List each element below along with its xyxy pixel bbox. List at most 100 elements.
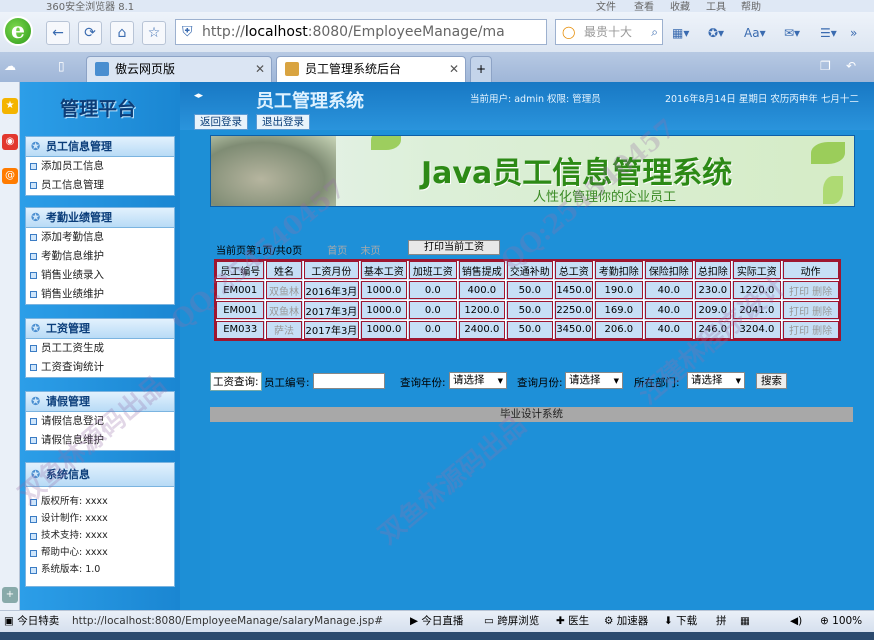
mail-icon[interactable]: @ (2, 168, 18, 184)
cell-insurance-deduct: 40.0 (643, 279, 695, 301)
favorites-star-icon[interactable]: ★ (2, 98, 18, 114)
emp-id-input[interactable] (313, 373, 385, 389)
bullet-icon (30, 253, 37, 260)
weibo-icon[interactable]: ◉ (2, 134, 18, 150)
volume-icon[interactable]: ◀) (790, 611, 802, 632)
delete-link[interactable]: 删除 (812, 307, 832, 318)
info-label: 版权所有: xxxx (41, 496, 108, 507)
delete-link[interactable]: 删除 (812, 326, 832, 337)
sidebar-item-attendance-maintain[interactable]: 考勤信息维护 (26, 247, 174, 266)
sidebar-item-label: 销售业绩录入 (41, 269, 104, 281)
sidebar-item-salary-query[interactable]: 工资查询统计 (26, 358, 174, 377)
bullet-icon (30, 364, 37, 371)
search-engine-icon: ◯ (562, 25, 576, 39)
home-icon[interactable]: ⌂ (110, 21, 134, 45)
back-login-button[interactable]: 返回登录 (194, 114, 248, 130)
restore-icon[interactable]: ❐ (820, 59, 831, 73)
print-link[interactable]: 打印 (789, 287, 809, 298)
sidebar-item-employee-manage[interactable]: 员工信息管理 (26, 176, 174, 195)
cloud-favicon-icon (95, 62, 109, 76)
menu-more-icon[interactable]: ☰▾ (820, 26, 837, 40)
search-placeholder: 最贵十大 (584, 25, 633, 39)
search-button[interactable]: 搜索 (756, 373, 787, 389)
delete-link[interactable]: 删除 (812, 287, 832, 298)
status-ime-icon[interactable]: 拼 (716, 611, 727, 632)
month-select[interactable]: 请选择 (565, 372, 623, 389)
col-header: 加班工资 (407, 259, 459, 281)
panel-leave: ✪ 请假管理 请假信息登记 请假信息维护 (25, 391, 175, 451)
apps-grid-icon[interactable]: ▦▾ (672, 26, 689, 40)
sidebar-item-add-attendance[interactable]: 添加考勤信息 (26, 228, 174, 247)
last-page-link[interactable]: 末页 (360, 246, 380, 257)
collapse-sidebar-icon[interactable]: ◂▸ (194, 91, 203, 101)
back-icon[interactable]: ← (46, 21, 70, 45)
cell-overtime: 0.0 (407, 299, 459, 321)
cell-base: 1000.0 (359, 299, 409, 321)
cell-total-deduct: 209.0 (693, 299, 733, 321)
os-taskbar (0, 632, 874, 640)
page-icon[interactable]: ▯ (58, 59, 65, 73)
url-input[interactable]: ⛨ http://localhost:8080/EmployeeManage/m… (175, 19, 547, 45)
print-link[interactable]: 打印 (789, 307, 809, 318)
col-header: 总扣除 (693, 259, 733, 281)
sidebar-item-add-employee[interactable]: 添加员工信息 (26, 157, 174, 176)
cell-commission: 400.0 (457, 279, 507, 301)
window-titlebar: 360安全浏览器 8.1 文件 查看 收藏 工具 帮助 (0, 0, 874, 13)
print-salary-button[interactable]: 打印当前工资 (408, 240, 500, 255)
tab-employee-admin[interactable]: 员工管理系统后台 ✕ (276, 56, 466, 82)
status-accelerator[interactable]: ⚙ 加速器 (604, 611, 648, 632)
dept-select[interactable]: 请选择 (687, 372, 745, 389)
leaf-decoration (371, 136, 401, 150)
tab-bar: 傲云网页版 ✕ 员工管理系统后台 ✕ + ☁ ▯ ❐ ↶ (0, 52, 874, 82)
tab-aoyun[interactable]: 傲云网页版 ✕ (86, 56, 272, 82)
cell-insurance-deduct: 40.0 (643, 319, 695, 341)
sidebar-item-label: 请假信息登记 (41, 415, 104, 427)
sidebar-item-sales-maintain[interactable]: 销售业绩维护 (26, 285, 174, 304)
sidebar-item-sales-entry[interactable]: 销售业绩录入 (26, 266, 174, 285)
sidebar-item-leave-register[interactable]: 请假信息登记 (26, 412, 174, 431)
extension-icon[interactable]: ✉▾ (784, 26, 800, 40)
first-page-link[interactable]: 首页 (327, 246, 347, 257)
bookmark-star-icon[interactable]: ☆ (142, 21, 166, 45)
cloud-icon[interactable]: ☁ (4, 59, 16, 73)
status-doctor[interactable]: ✚ 医生 (556, 611, 589, 632)
undo-close-icon[interactable]: ↶ (846, 59, 856, 73)
col-header: 基本工资 (359, 259, 409, 281)
col-header: 员工编号 (214, 259, 266, 281)
search-icon[interactable]: ⌕ (651, 20, 658, 44)
system-banner: Java员工信息管理系统 人性化管理你的企业员工 (210, 135, 855, 207)
print-link[interactable]: 打印 (789, 326, 809, 337)
close-tab-icon[interactable]: ✕ (449, 57, 459, 81)
bullet-icon (30, 437, 37, 444)
status-cross-screen[interactable]: ▭ 跨屏浏览 (484, 611, 539, 632)
today-sale-link[interactable]: ▣ 今日特卖 (4, 611, 59, 632)
url-path: :8080/EmployeeManage/ma (307, 24, 505, 40)
new-tab-button[interactable]: + (470, 56, 492, 82)
overflow-icon[interactable]: » (850, 26, 857, 40)
cell-actions: 打印 删除 (781, 319, 841, 341)
add-icon[interactable]: + (2, 587, 18, 603)
search-input[interactable]: ◯ 最贵十大 ⌕ (555, 19, 663, 45)
refresh-icon[interactable]: ⟳ (78, 21, 102, 45)
zoom-level[interactable]: ⊕ 100% (820, 611, 862, 632)
bullet-icon (30, 163, 37, 170)
star-icon: ✪ (31, 468, 41, 481)
page-header: ◂▸ 员工管理系统 当前用户: admin 权限: 管理员 2016年8月14日… (180, 82, 874, 130)
status-live[interactable]: ▶ 今日直播 (410, 611, 463, 632)
logout-button[interactable]: 退出登录 (256, 114, 310, 130)
cell-attendance-deduct: 190.0 (593, 279, 645, 301)
sidebar-item-label: 考勤信息维护 (41, 250, 104, 262)
year-select[interactable]: 请选择 (449, 372, 507, 389)
close-tab-icon[interactable]: ✕ (255, 57, 265, 81)
sidebar-item-leave-maintain[interactable]: 请假信息维护 (26, 431, 174, 450)
sidebar-item-label: 工资查询统计 (41, 361, 104, 373)
status-grid-icon[interactable]: ▦ (740, 611, 750, 632)
plugin-icon[interactable]: ✪▾ (708, 26, 724, 40)
footer-bar: 毕业设计系统 (210, 407, 853, 422)
status-download[interactable]: ⬇ 下载 (664, 611, 697, 632)
panel-title: 考勤业绩管理 (46, 211, 112, 224)
translate-icon[interactable]: Aa▾ (744, 26, 766, 40)
cell-emp-id: EM001 (214, 299, 266, 321)
sidebar-item-salary-generate[interactable]: 员工工资生成 (26, 339, 174, 358)
info-label: 系统版本: 1.0 (41, 564, 101, 575)
